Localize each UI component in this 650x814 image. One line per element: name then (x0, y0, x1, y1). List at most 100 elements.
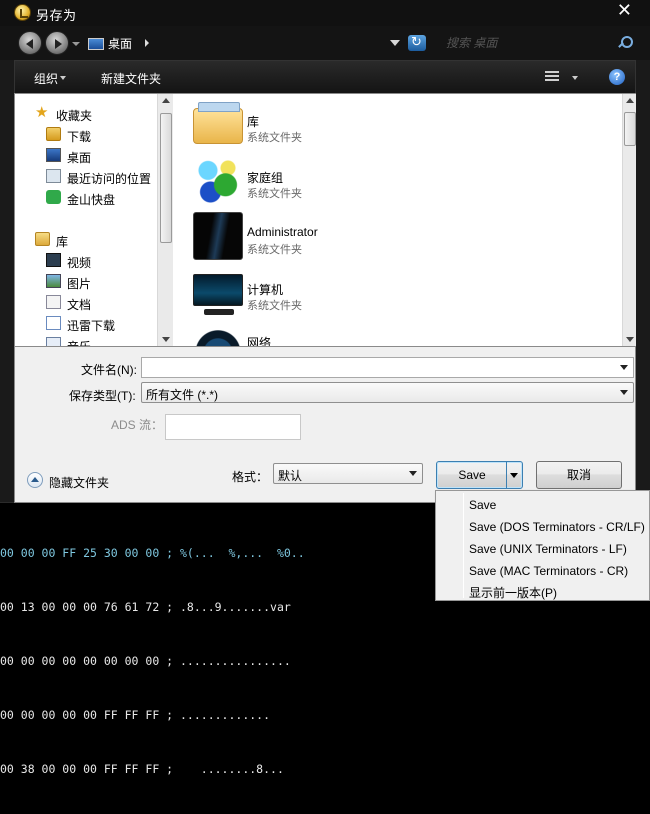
hex-dump: 00 00 00 FF 25 30 00 00 ; %(... %,... %0… (0, 508, 440, 814)
help-icon[interactable]: ? (609, 69, 625, 85)
star-icon: ★ (35, 104, 49, 121)
new-folder-button[interactable]: 新建文件夹 (101, 70, 161, 87)
split-divider (506, 462, 507, 488)
music-library-icon (46, 337, 61, 346)
navigation-pane: ★ 收藏夹 下载 桌面 最近访问的位置 金山快盘 库 视频 图片 文档 迅雷下载 (15, 94, 173, 346)
nav-item-xunlei-download[interactable]: 迅雷下载 (15, 314, 155, 334)
file-item-homegroup[interactable]: 家庭组 系统文件夹 (193, 156, 593, 208)
filetype-label: 保存类型(T): (69, 389, 136, 403)
ads-stream-label: ADS 流： (111, 418, 164, 432)
save-options-menu: Save Save (DOS Terminators - CR/LF) Save… (435, 490, 650, 601)
command-toolbar: 组织 新建文件夹 ? (14, 60, 636, 93)
filetype-select[interactable]: 所有文件 (*.*) (141, 382, 634, 403)
filetype-dropdown-chevron-icon[interactable] (620, 390, 628, 395)
save-split-button[interactable]: Save (436, 461, 523, 489)
format-dropdown-chevron-icon[interactable] (409, 471, 417, 476)
scroll-down-arrow-icon[interactable] (162, 337, 170, 342)
address-dropdown-chevron-icon[interactable] (390, 40, 400, 46)
nav-item-label: 金山快盘 (67, 193, 116, 207)
save-options-panel: 文件名(N): 保存类型(T): 所有文件 (*.*) ADS 流： 隐藏文件夹… (14, 347, 636, 503)
filename-label: 文件名(N): (81, 363, 137, 377)
view-options-chevron-icon[interactable] (572, 76, 578, 80)
menu-item-save-dos[interactable]: Save (DOS Terminators - CR/LF) (436, 516, 649, 538)
recent-places-icon (46, 169, 61, 183)
title-bar: 另存为 ✕ (0, 0, 650, 26)
menu-item-save-unix[interactable]: Save (UNIX Terminators - LF) (436, 538, 649, 560)
navigation-scrollbar[interactable] (157, 94, 173, 346)
file-name: 家庭组 (247, 171, 284, 185)
file-item-administrator[interactable]: Administrator 系统文件夹 (193, 212, 593, 264)
nav-item-recent-places[interactable]: 最近访问的位置 (15, 167, 155, 187)
file-list: 库 系统文件夹 家庭组 系统文件夹 Administrator 系统文件夹 计算… (175, 94, 621, 346)
file-description: 系统文件夹 (247, 300, 302, 312)
file-name: Administrator (247, 225, 318, 239)
window-title: 另存为 (36, 8, 77, 23)
user-folder-icon (193, 212, 243, 260)
breadcrumb[interactable]: 桌面 (88, 35, 149, 53)
jinshan-kuaipan-icon (46, 190, 61, 204)
nav-item-label: 桌面 (67, 151, 92, 165)
browser-pane: ★ 收藏夹 下载 桌面 最近访问的位置 金山快盘 库 视频 图片 文档 迅雷下载… (14, 93, 636, 347)
forward-button[interactable] (45, 31, 69, 55)
xunlei-download-icon (46, 316, 61, 330)
nav-item-documents[interactable]: 文档 (15, 293, 155, 313)
filetype-value: 所有文件 (*.*) (146, 388, 219, 402)
network-icon (193, 324, 243, 346)
file-item-computer[interactable]: 计算机 系统文件夹 (193, 268, 593, 320)
nav-item-label: 文档 (67, 298, 92, 312)
filename-dropdown-chevron-icon[interactable] (620, 365, 628, 370)
nav-item-label: 最近访问的位置 (67, 172, 152, 186)
refresh-icon[interactable] (408, 34, 426, 51)
filename-field[interactable] (141, 357, 634, 378)
nav-item-libraries[interactable]: 库 (15, 230, 155, 250)
save-options-chevron-icon[interactable] (510, 473, 518, 478)
hex-line: 00 00 00 00 00 00 00 00 ; ..............… (0, 654, 291, 668)
nav-item-videos[interactable]: 视频 (15, 251, 155, 271)
nav-item-desktop[interactable]: 桌面 (15, 146, 155, 166)
scroll-up-arrow-icon[interactable] (162, 98, 170, 103)
documents-library-icon (46, 295, 61, 309)
homegroup-icon (193, 156, 243, 204)
menu-item-save-mac[interactable]: Save (MAC Terminators - CR) (436, 560, 649, 582)
menu-item-save[interactable]: Save (436, 494, 649, 516)
close-button[interactable]: ✕ (617, 0, 632, 21)
nav-item-pictures[interactable]: 图片 (15, 272, 155, 292)
format-label: 格式： (232, 470, 269, 484)
breadcrumb-chevron-icon[interactable] (145, 39, 149, 47)
file-item-network[interactable]: 网络 (193, 324, 593, 346)
scrollbar-thumb[interactable] (160, 113, 172, 243)
pictures-library-icon (46, 274, 61, 288)
collapse-chevron-up-icon (27, 472, 43, 488)
nav-item-jinshan-kuaipan[interactable]: 金山快盘 (15, 188, 155, 208)
organize-button[interactable]: 组织 (34, 70, 67, 87)
nav-item-label: 库 (56, 235, 69, 249)
search-icon[interactable] (618, 36, 633, 49)
scroll-down-arrow-icon[interactable] (626, 337, 634, 342)
file-name: 计算机 (247, 283, 284, 297)
file-item-library[interactable]: 库 系统文件夹 (193, 100, 593, 152)
download-folder-icon (46, 127, 61, 141)
nav-item-downloads[interactable]: 下载 (15, 125, 155, 145)
back-button[interactable] (18, 31, 42, 55)
file-name: 网络 (247, 336, 272, 346)
nav-item-label: 迅雷下载 (67, 319, 116, 333)
format-select[interactable]: 默认 (273, 463, 423, 484)
ads-stream-field[interactable] (165, 414, 301, 440)
scrollbar-thumb[interactable] (624, 112, 636, 146)
scroll-up-arrow-icon[interactable] (626, 98, 634, 103)
cancel-button[interactable]: 取消 (536, 461, 622, 489)
library-folder-icon (193, 102, 243, 144)
breadcrumb-location[interactable]: 桌面 (108, 37, 132, 51)
app-icon (14, 4, 31, 21)
save-button-label[interactable]: Save (437, 462, 507, 488)
recent-pages-chevron-icon[interactable] (72, 42, 80, 46)
desktop-icon (46, 148, 61, 162)
file-list-scrollbar[interactable] (622, 94, 636, 346)
view-options-icon[interactable] (545, 71, 559, 83)
search-input[interactable]: 搜索 桌面 (432, 34, 602, 52)
nav-item-label: 下载 (67, 130, 92, 144)
nav-item-music[interactable]: 音乐 (15, 335, 155, 346)
file-description: 系统文件夹 (247, 244, 302, 256)
nav-item-favorites[interactable]: ★ 收藏夹 (15, 104, 155, 124)
hide-folders-label: 隐藏文件夹 (49, 476, 110, 490)
